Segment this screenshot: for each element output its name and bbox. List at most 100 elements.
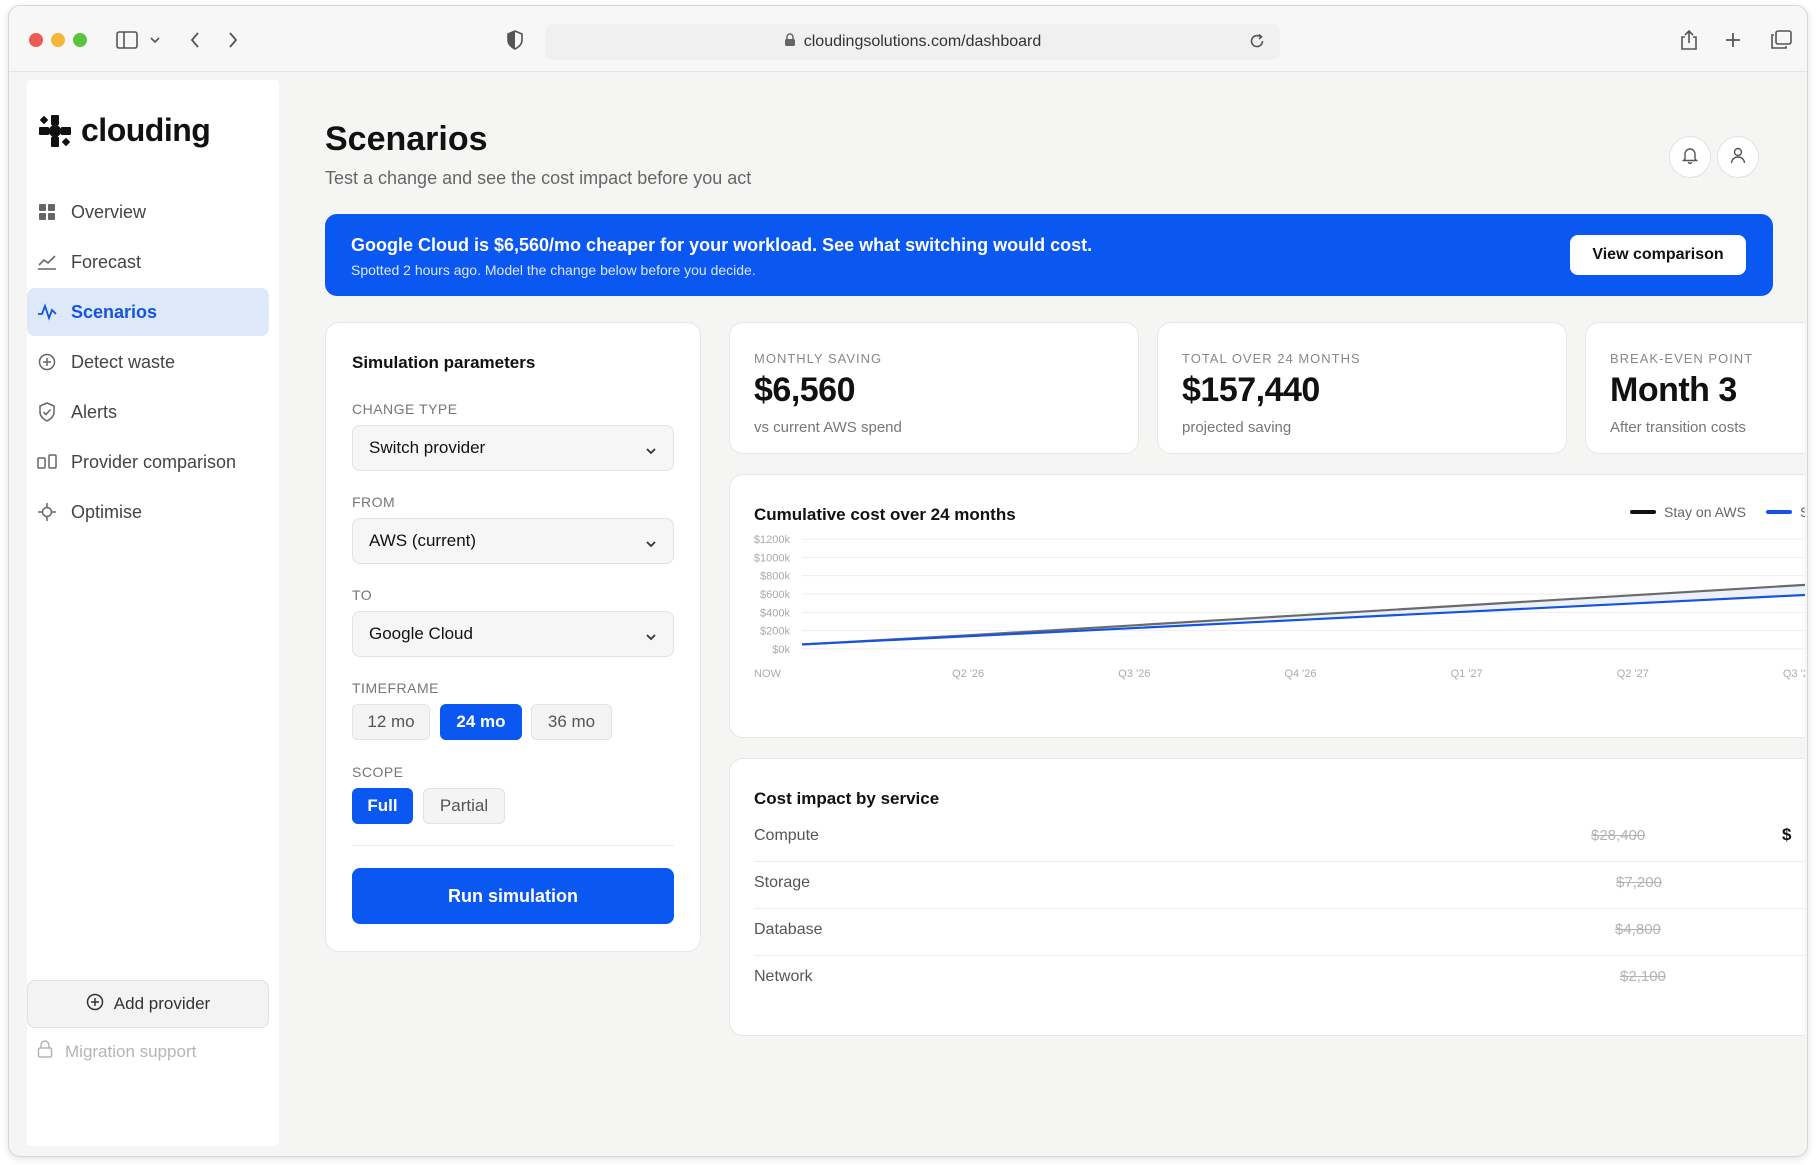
stat-label: MONTHLY SAVING [754,351,883,366]
sidebar-item-overview[interactable]: Overview [27,188,269,236]
impact-title: Cost impact by service [754,789,940,808]
stat-value: $6,560 [754,371,856,409]
table-row: Storage $7,200 [754,862,1805,909]
browser-titlebar: cloudingsolutions.com/dashboard [9,6,1807,72]
x-tick-label: Q3 '27 [1783,668,1805,680]
y-tick-label: $0k [772,644,790,656]
scope-label: SCOPE [352,764,404,780]
sidebar-item-scenarios[interactable]: Scenarios [27,288,269,336]
to-label: TO [352,587,373,603]
migration-support-label: Migration support [65,1041,197,1061]
main-content: Scenarios Test a change and see the cost… [317,80,1805,1146]
chevron-down-icon [645,626,657,646]
sidebar-item-label: Forecast [71,251,142,272]
x-tick-label: Q4 '26 [1284,668,1316,680]
tab-overview-icon[interactable] [1767,26,1795,54]
service-old-cost: $28,400 [1591,827,1646,844]
sidebar-item-forecast[interactable]: Forecast [27,238,269,286]
new-tab-icon[interactable] [1719,26,1747,54]
recommendation-banner: Google Cloud is $6,560/mo cheaper for yo… [325,214,1773,296]
timeframe-24mo[interactable]: 24 mo [440,704,522,740]
clouding-logo-icon [39,114,71,147]
page-title: Scenarios [325,120,488,158]
cumulative-cost-chart: $0k $200k $400k $600k $800k $1000k $1200k NOW Q2… [754,534,1805,680]
stat-label: TOTAL OVER 24 MONTHS [1182,351,1361,366]
change-type-select[interactable]: Switch provider [352,425,674,471]
shield-check-icon [37,402,57,422]
back-icon[interactable] [181,26,209,54]
pulse-icon [37,302,57,322]
sidebar-toggle-icon[interactable] [113,26,141,54]
y-tick-label: $400k [760,607,790,619]
sidebar-item-provider-comparison[interactable]: Provider comparison [27,438,269,486]
sidebar-item-detect-waste[interactable]: Detect waste [27,338,269,386]
privacy-shield-icon[interactable] [501,26,529,54]
chevron-down-icon [645,533,657,553]
x-tick-label: Q3 '26 [1118,668,1150,680]
add-provider-label: Add provider [113,994,211,1013]
banner-subtitle: Spotted 2 hours ago. Model the change be… [351,262,756,278]
sidebar-item-label: Overview [71,201,147,222]
reload-icon[interactable] [1248,32,1266,55]
timeframe-label: TIMEFRAME [352,680,439,696]
brand-logo[interactable]: clouding [37,112,211,149]
brand-name: clouding [81,112,211,148]
maximize-window-button[interactable] [73,33,87,47]
from-select[interactable]: AWS (current) [352,518,674,564]
lock-icon [784,32,796,52]
y-tick-label: $200k [760,626,790,638]
y-tick-label: $1200k [754,534,791,546]
plus-circle-icon [86,993,104,1016]
service-new-cost: $ [1782,825,1792,844]
x-tick-label: Q1 '27 [1451,668,1483,680]
chevron-down-icon [645,440,657,460]
trend-icon [37,252,57,272]
stat-subtext: After transition costs [1610,419,1746,436]
scope-full[interactable]: Full [352,788,413,824]
sidebar-item-label: Alerts [71,401,118,422]
stat-value: Month 3 [1610,371,1737,409]
service-old-cost: $4,800 [1615,921,1661,938]
forward-icon[interactable] [219,26,247,54]
simulation-parameters-card: Simulation parameters CHANGE TYPE Switch… [325,322,701,952]
profile-button[interactable] [1717,136,1759,178]
compare-icon [37,452,57,472]
service-name: Database [754,921,823,938]
address-bar[interactable]: cloudingsolutions.com/dashboard [545,24,1280,60]
sidebar: clouding Overview Forecast Scenarios Det… [27,80,279,1146]
sidebar-item-optimise[interactable]: Optimise [27,488,269,536]
sidebar-item-label: Provider comparison [71,451,237,472]
add-provider-button[interactable]: Add provider [27,980,269,1028]
banner-title: Google Cloud is $6,560/mo cheaper for yo… [351,235,1093,255]
to-select[interactable]: Google Cloud [352,611,674,657]
timeframe-36mo[interactable]: 36 mo [531,704,612,740]
chevron-down-icon[interactable] [141,26,169,54]
stat-card-total-saving: TOTAL OVER 24 MONTHS $157,440 projected … [1157,322,1567,454]
table-row: Compute $28,400 $ [754,815,1805,862]
share-icon[interactable] [1675,26,1703,54]
service-name: Compute [754,827,819,844]
view-comparison-button[interactable]: View comparison [1570,235,1746,275]
sidebar-item-alerts[interactable]: Alerts [27,388,269,436]
notifications-button[interactable] [1669,136,1711,178]
minimize-window-button[interactable] [51,33,65,47]
timeframe-12mo[interactable]: 12 mo [352,704,430,740]
browser-window: cloudingsolutions.com/dashboard clouding… [8,5,1808,1157]
scope-partial[interactable]: Partial [423,788,505,824]
sidebar-item-label: Scenarios [71,301,158,322]
params-title: Simulation parameters [352,353,536,372]
close-window-button[interactable] [29,33,43,47]
migration-support-link[interactable]: Migration support [37,1040,196,1063]
from-label: FROM [352,494,396,510]
bell-icon [1681,146,1699,169]
stat-card-monthly-saving: MONTHLY SAVING $6,560 vs current AWS spe… [729,322,1139,454]
service-name: Storage [754,874,811,891]
x-tick-label: Q2 '27 [1617,668,1649,680]
cost-impact-card: Cost impact by service Compute $28,400 $… [729,758,1805,1036]
change-type-label: CHANGE TYPE [352,401,458,417]
stat-subtext: projected saving [1182,419,1292,436]
stat-label: BREAK-EVEN POINT [1610,351,1754,366]
stat-subtext: vs current AWS spend [754,419,902,436]
series-line-switch [801,593,1805,646]
run-simulation-button[interactable]: Run simulation [352,868,674,924]
